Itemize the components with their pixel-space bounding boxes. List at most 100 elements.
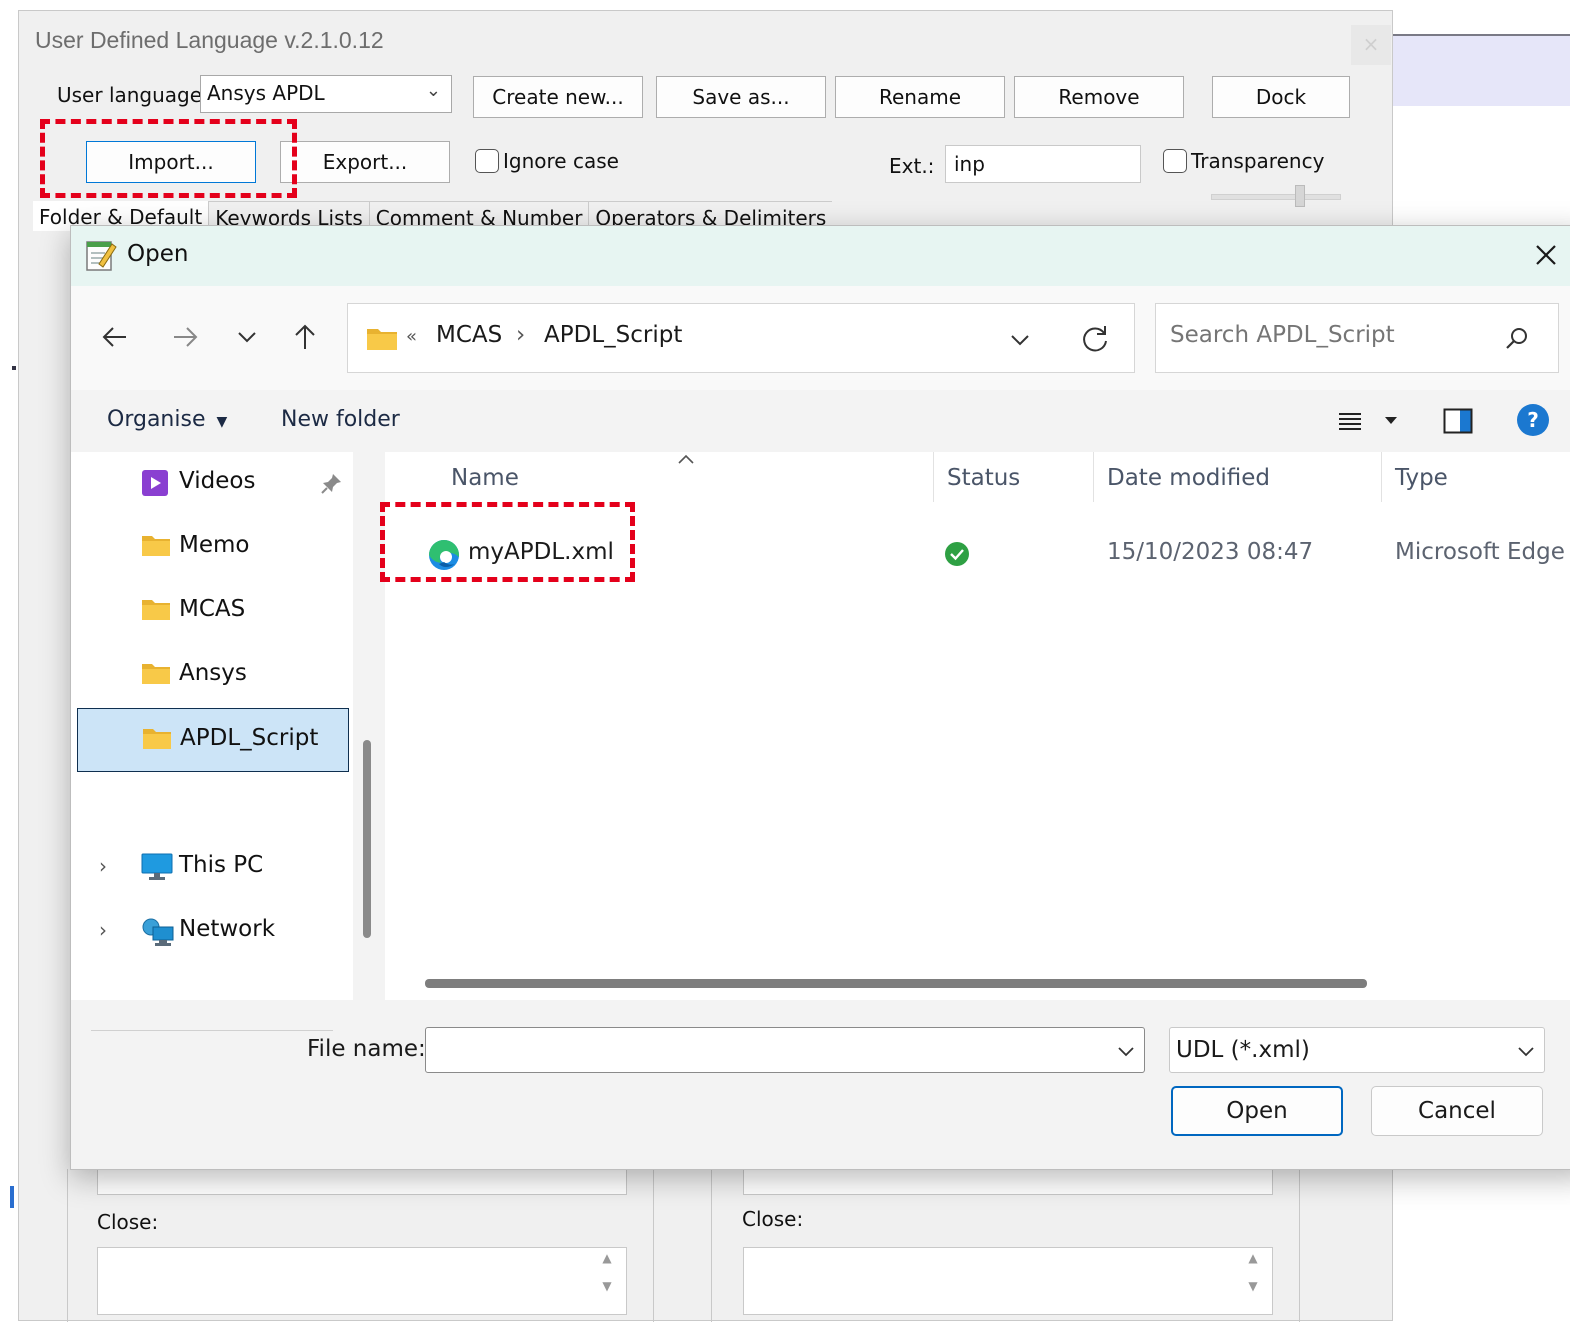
user-language-value: Ansys APDL (207, 81, 325, 105)
open-dialog: Open « MCAS › APDL_Script Search APDL_Sc… (70, 225, 1570, 1170)
address-bar[interactable]: « MCAS › APDL_Script (347, 303, 1135, 373)
close-delimiter-field[interactable] (743, 1247, 1273, 1315)
sidebar-item-label: APDL_Script (180, 725, 319, 751)
column-header-date-modified[interactable]: Date modified (1107, 465, 1270, 491)
sidebar-item-network[interactable]: › Network (71, 900, 353, 960)
column-header-type[interactable]: Type (1395, 465, 1448, 491)
help-icon[interactable]: ? (1515, 402, 1551, 438)
notepad-icon (86, 241, 117, 271)
transparency-checkbox[interactable]: Transparency (1163, 149, 1324, 173)
background-mark (12, 366, 16, 370)
folder-icon (142, 600, 170, 620)
user-language-label: User language: (57, 83, 209, 107)
scroll-arrows-icon[interactable]: ▲ ▼ (1243, 1251, 1263, 1311)
dialog-titlebar: Open (71, 226, 1570, 286)
organise-menu[interactable]: Organise ▼ (107, 407, 227, 432)
arrow-right-icon (174, 327, 198, 347)
column-header-status[interactable]: Status (947, 465, 1020, 491)
navigation-scrollbar[interactable] (363, 740, 371, 938)
svg-text:?: ? (1527, 408, 1539, 432)
column-separator[interactable] (933, 452, 934, 502)
save-as-button[interactable]: Save as... (656, 76, 826, 118)
breadcrumb-overflow[interactable]: « (406, 326, 417, 347)
caret-down-icon[interactable] (1383, 414, 1399, 428)
dialog-title: Open (127, 241, 189, 267)
new-folder-button[interactable]: New folder (281, 407, 400, 432)
navigation-pane: Videos Memo MCAS Ansys APDL_Script › Thi… (71, 452, 353, 1031)
sidebar-item-mcas[interactable]: MCAS (71, 580, 353, 640)
close-icon[interactable] (1529, 238, 1563, 272)
transparency-slider-thumb[interactable] (1295, 185, 1305, 207)
ignore-case-checkbox[interactable]: Ignore case (475, 149, 619, 173)
remove-button[interactable]: Remove (1014, 76, 1184, 118)
checkbox-box[interactable] (475, 149, 499, 173)
divider (91, 1030, 333, 1031)
open-button[interactable]: Open (1171, 1086, 1343, 1136)
divider (67, 1169, 68, 1322)
column-separator[interactable] (1381, 452, 1382, 502)
caret-down-icon: ▼ (216, 414, 228, 430)
network-icon (142, 918, 174, 946)
close-label: Close: (97, 1210, 159, 1234)
sidebar-item-label: Network (179, 916, 276, 942)
divider (711, 1169, 712, 1322)
scroll-arrows-icon[interactable]: ▲ ▼ (597, 1251, 617, 1311)
folder-icon (142, 536, 170, 556)
create-new-button[interactable]: Create new... (473, 76, 643, 118)
background-window-strip (1392, 34, 1570, 106)
chevron-down-icon[interactable] (1116, 1041, 1136, 1061)
search-input[interactable] (1170, 322, 1490, 348)
chevron-right-icon[interactable]: › (99, 854, 107, 878)
column-separator[interactable] (1093, 452, 1094, 502)
file-name-label: File name: (307, 1036, 426, 1062)
sidebar-item-memo[interactable]: Memo (71, 516, 353, 576)
file-name-input[interactable] (425, 1027, 1145, 1073)
videos-icon (142, 470, 168, 496)
breadcrumb-item-mcas[interactable]: MCAS (436, 322, 502, 348)
open-delimiter-field[interactable] (743, 1169, 1273, 1195)
up-button[interactable] (285, 317, 325, 357)
close-delimiter-field[interactable] (97, 1247, 627, 1315)
udl-title: User Defined Language v.2.1.0.12 (35, 27, 384, 53)
arrow-left-icon (102, 327, 126, 347)
pin-icon[interactable] (321, 472, 343, 494)
chevron-right-icon[interactable]: › (99, 918, 107, 942)
preview-pane-icon[interactable] (1443, 406, 1473, 436)
search-icon[interactable] (1504, 326, 1530, 352)
cancel-button[interactable]: Cancel (1371, 1086, 1543, 1136)
ext-input[interactable]: inp (945, 145, 1141, 183)
divider (1299, 1169, 1300, 1322)
column-header-name[interactable]: Name (451, 465, 519, 491)
open-delimiter-field[interactable] (97, 1169, 627, 1195)
sidebar-item-label: MCAS (179, 596, 246, 622)
chevron-down-icon[interactable] (1008, 328, 1032, 352)
view-options-icon[interactable] (1337, 408, 1363, 434)
background-mark (10, 1186, 14, 1208)
file-type-value: UDL (*.xml) (1176, 1037, 1310, 1063)
user-language-select[interactable]: Ansys APDL ⌄ (200, 75, 452, 113)
transparency-slider-track[interactable] (1211, 194, 1341, 200)
divider (653, 1169, 654, 1322)
refresh-icon[interactable] (1080, 324, 1110, 354)
export-button[interactable]: Export... (280, 141, 450, 183)
horizontal-scrollbar[interactable] (425, 979, 1367, 988)
search-box[interactable] (1155, 303, 1559, 373)
sidebar-item-ansys[interactable]: Ansys (71, 644, 353, 704)
file-type-select[interactable]: UDL (*.xml) (1169, 1027, 1545, 1073)
sidebar-item-apdl-script[interactable]: APDL_Script (77, 708, 349, 772)
ignore-case-label: Ignore case (503, 149, 619, 173)
rename-button[interactable]: Rename (835, 76, 1005, 118)
dock-button[interactable]: Dock (1212, 76, 1350, 118)
udl-close-button[interactable]: × (1351, 25, 1391, 65)
sidebar-item-videos[interactable]: Videos (71, 452, 353, 512)
sidebar-item-this-pc[interactable]: › This PC (71, 836, 353, 896)
this-pc-icon (141, 853, 173, 880)
back-button[interactable] (95, 317, 135, 357)
chevron-down-icon: ⌄ (425, 80, 441, 101)
close-label: Close: (742, 1207, 804, 1231)
recent-locations-button[interactable] (227, 317, 267, 357)
forward-button[interactable] (165, 317, 205, 357)
breadcrumb-item-apdl-script[interactable]: APDL_Script (544, 322, 682, 348)
checkbox-box[interactable] (1163, 149, 1187, 173)
transparency-label: Transparency (1191, 149, 1325, 173)
